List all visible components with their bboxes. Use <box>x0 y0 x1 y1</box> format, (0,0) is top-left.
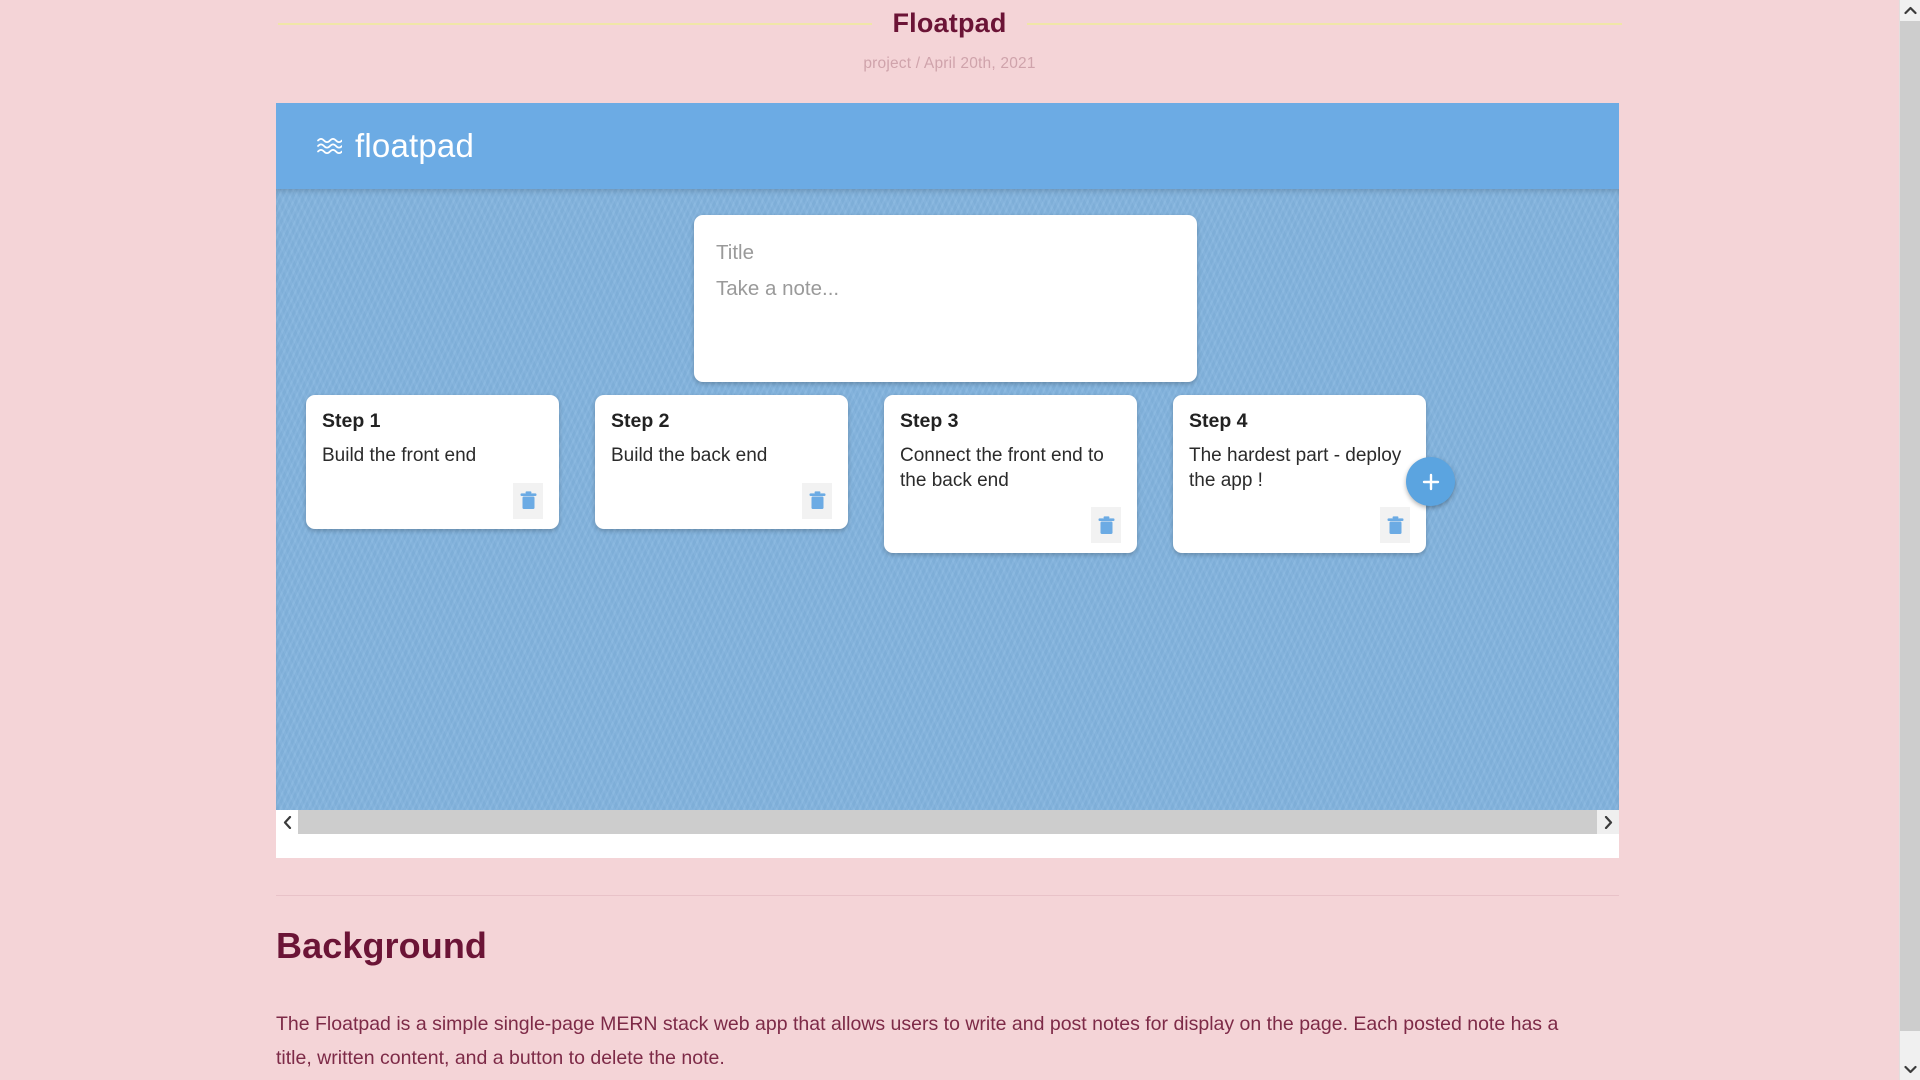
page-scrollbar-thumb[interactable] <box>1900 21 1920 1031</box>
embedded-app-frame: floatpad Title Take a note... Step 1 Bui… <box>276 103 1619 858</box>
trash-icon <box>1098 515 1114 534</box>
note-card: Step 2 Build the back end <box>595 395 848 529</box>
plus-icon <box>1422 473 1439 490</box>
app-body: Title Take a note... Step 1 Build the fr… <box>276 189 1619 834</box>
app-horizontal-scrollbar[interactable] <box>276 810 1619 834</box>
app-logo[interactable]: floatpad <box>316 127 474 165</box>
page-scrollbar[interactable] <box>1899 0 1920 1080</box>
notes-list: Step 1 Build the front end Step 2 Build … <box>306 395 1426 553</box>
composer-title-input[interactable]: Title <box>716 241 1175 265</box>
page-scroll-up-button[interactable] <box>1900 0 1920 21</box>
note-actions <box>322 482 543 519</box>
title-rule-right <box>1026 22 1622 25</box>
page-root: Floatpad project / April 20th, 2021 floa… <box>0 0 1899 1080</box>
page-scroll-down-button[interactable] <box>1900 1059 1920 1080</box>
delete-note-button[interactable] <box>1380 507 1410 543</box>
wave-icon <box>316 133 342 159</box>
app-header: floatpad <box>276 103 1619 189</box>
chevron-down-icon <box>1904 1065 1917 1074</box>
trash-icon <box>520 491 536 509</box>
section-divider <box>276 895 1619 896</box>
trash-icon <box>1387 515 1403 534</box>
scrollbar-track[interactable] <box>298 810 1597 834</box>
page-title: Floatpad <box>892 8 1007 38</box>
delete-note-button[interactable] <box>1091 507 1121 543</box>
note-actions <box>611 482 832 519</box>
note-body: Connect the front end to the back end <box>900 445 1104 491</box>
page-subtitle: project / April 20th, 2021 <box>863 55 1036 72</box>
chevron-up-icon <box>1904 6 1917 15</box>
title-rule-left <box>277 22 873 25</box>
composer-note-input[interactable]: Take a note... <box>716 277 1175 301</box>
note-actions <box>1189 507 1410 543</box>
note-title: Step 3 <box>900 410 959 432</box>
chevron-right-icon <box>1604 815 1612 829</box>
add-note-button[interactable] <box>1406 457 1455 506</box>
scroll-left-button[interactable] <box>276 810 298 834</box>
note-card: Step 1 Build the front end <box>306 395 559 529</box>
note-title: Step 1 <box>322 410 381 432</box>
page-title-row: Floatpad <box>277 0 1622 39</box>
note-composer[interactable]: Title Take a note... <box>694 215 1197 382</box>
note-title: Step 2 <box>611 410 670 432</box>
note-body: Build the back end <box>611 445 768 466</box>
delete-note-button[interactable] <box>513 482 543 519</box>
note-card: Step 3 Connect the front end to the back… <box>884 395 1137 553</box>
section-paragraph-background: The Floatpad is a simple single-page MER… <box>276 1013 1559 1069</box>
note-body: Build the front end <box>322 445 477 466</box>
app-logo-text: floatpad <box>355 127 475 164</box>
note-title: Step 4 <box>1189 410 1248 432</box>
chevron-left-icon <box>283 815 291 829</box>
note-actions <box>900 507 1121 543</box>
section-heading-background: Background <box>276 925 488 966</box>
delete-note-button[interactable] <box>802 482 832 519</box>
note-body: The hardest part - deploy the app ! <box>1189 445 1402 491</box>
note-card: Step 4 The hardest part - deploy the app… <box>1173 395 1426 553</box>
scroll-right-button[interactable] <box>1597 810 1619 834</box>
trash-icon <box>809 491 825 509</box>
